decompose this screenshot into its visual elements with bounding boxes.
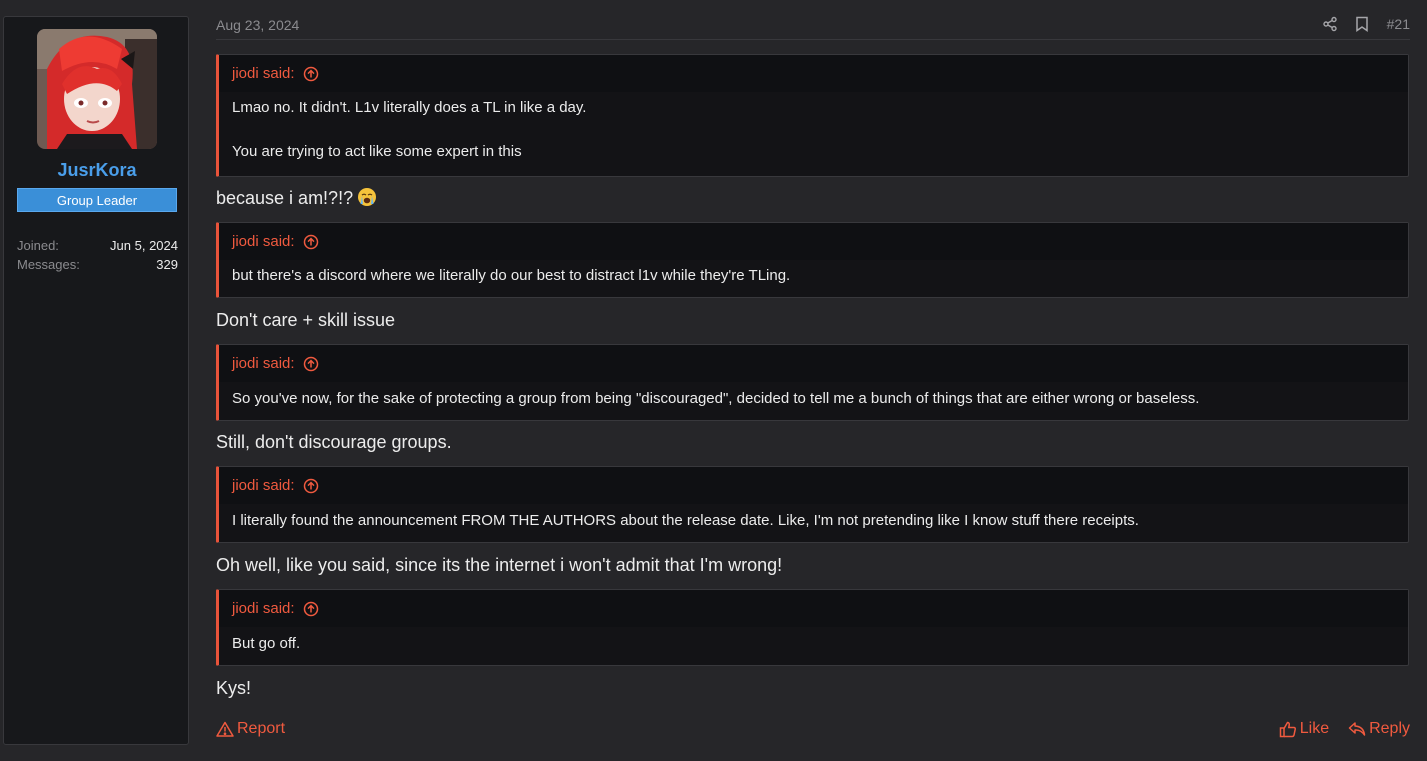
post-footer-left: Report: [216, 720, 285, 738]
quote-line: So you've now, for the sake of protectin…: [232, 390, 1200, 407]
quote-block: jiodi said: So you've now, for the sake …: [216, 344, 1409, 421]
joined-label: Joined:: [17, 238, 59, 253]
post-header: Aug 23, 2024 #21: [216, 16, 1410, 40]
quote-header[interactable]: jiodi said:: [219, 590, 1408, 627]
reply-button[interactable]: Reply: [1348, 720, 1410, 738]
quote-content: But go off.: [219, 627, 1408, 652]
share-icon[interactable]: [1322, 16, 1338, 32]
arrow-up-circle-icon[interactable]: [303, 478, 319, 494]
quote-line: You are trying to act like some expert i…: [232, 143, 522, 160]
quote-header[interactable]: jiodi said:: [219, 55, 1408, 92]
quote-block: jiodi said: I literally found the announ…: [216, 466, 1409, 543]
reply-text: Don't care + skill issue: [216, 310, 396, 330]
quote-author[interactable]: jiodi said:: [232, 600, 295, 617]
messages-value[interactable]: 329: [156, 257, 178, 272]
arrow-up-circle-icon[interactable]: [303, 66, 319, 82]
joined-row: Joined: Jun 5, 2024: [17, 238, 178, 253]
report-button[interactable]: Report: [216, 720, 285, 738]
arrow-up-circle-icon[interactable]: [303, 356, 319, 372]
quote-header[interactable]: jiodi said:: [219, 345, 1408, 382]
quote-content: I literally found the announcement FROM …: [219, 504, 1408, 529]
reply-text-content: because i am!?!?: [216, 188, 354, 208]
quote-line: I literally found the announcement FROM …: [232, 512, 1139, 529]
reply-text: Kys!: [216, 678, 252, 698]
reply-label: Reply: [1369, 720, 1410, 737]
quote-content: Lmao no. It didn't. L1v literally does a…: [219, 92, 1408, 160]
bookmark-icon[interactable]: [1355, 16, 1369, 32]
warning-triangle-icon: [216, 721, 234, 737]
user-title-badge: Group Leader: [17, 188, 177, 212]
post-actions: #21: [1322, 16, 1410, 32]
avatar[interactable]: [37, 29, 157, 149]
quote-header[interactable]: jiodi said:: [219, 223, 1408, 260]
report-label: Report: [237, 720, 286, 737]
quote-block: jiodi said: But go off.: [216, 589, 1409, 666]
reply-text: Still, don't discourage groups.: [216, 432, 452, 452]
quote-content: So you've now, for the sake of protectin…: [219, 382, 1408, 407]
post-date[interactable]: Aug 23, 2024: [216, 17, 299, 33]
reply-arrow-icon: [1348, 722, 1366, 736]
user-sidebar: JusrKora Group Leader Joined: Jun 5, 202…: [3, 16, 189, 745]
forum-post: JusrKora Group Leader Joined: Jun 5, 202…: [0, 0, 1427, 761]
avatar-image: [37, 29, 157, 149]
arrow-up-circle-icon[interactable]: [303, 601, 319, 617]
quote-line: Lmao no. It didn't. L1v literally does a…: [232, 99, 587, 116]
quote-author[interactable]: jiodi said:: [232, 355, 295, 372]
post-number-link[interactable]: #21: [1387, 16, 1410, 32]
quote-block: jiodi said: but there's a discord where …: [216, 222, 1409, 298]
reply-text: because i am!?!?: [216, 187, 377, 212]
quote-line: but there's a discord where we literally…: [232, 267, 791, 284]
arrow-up-circle-icon[interactable]: [303, 234, 319, 250]
reply-text: Oh well, like you said, since its the in…: [216, 555, 783, 575]
messages-row: Messages: 329: [17, 257, 178, 272]
quote-author[interactable]: jiodi said:: [232, 477, 295, 494]
like-label: Like: [1299, 720, 1330, 737]
quote-block: jiodi said: Lmao no. It didn't. L1v lite…: [216, 54, 1409, 177]
thumbs-up-icon: [1279, 721, 1296, 737]
crying-face-icon: [357, 187, 377, 212]
quote-line: But go off.: [232, 635, 301, 652]
post-footer-right: Like Reply: [1279, 720, 1410, 738]
username[interactable]: JusrKora: [4, 160, 190, 181]
joined-value: Jun 5, 2024: [110, 238, 178, 253]
like-button[interactable]: Like: [1279, 720, 1329, 738]
quote-content: but there's a discord where we literally…: [219, 260, 1408, 284]
quote-author[interactable]: jiodi said:: [232, 233, 295, 250]
quote-author[interactable]: jiodi said:: [232, 65, 295, 82]
messages-label: Messages:: [17, 257, 80, 272]
quote-header[interactable]: jiodi said:: [219, 467, 1408, 504]
